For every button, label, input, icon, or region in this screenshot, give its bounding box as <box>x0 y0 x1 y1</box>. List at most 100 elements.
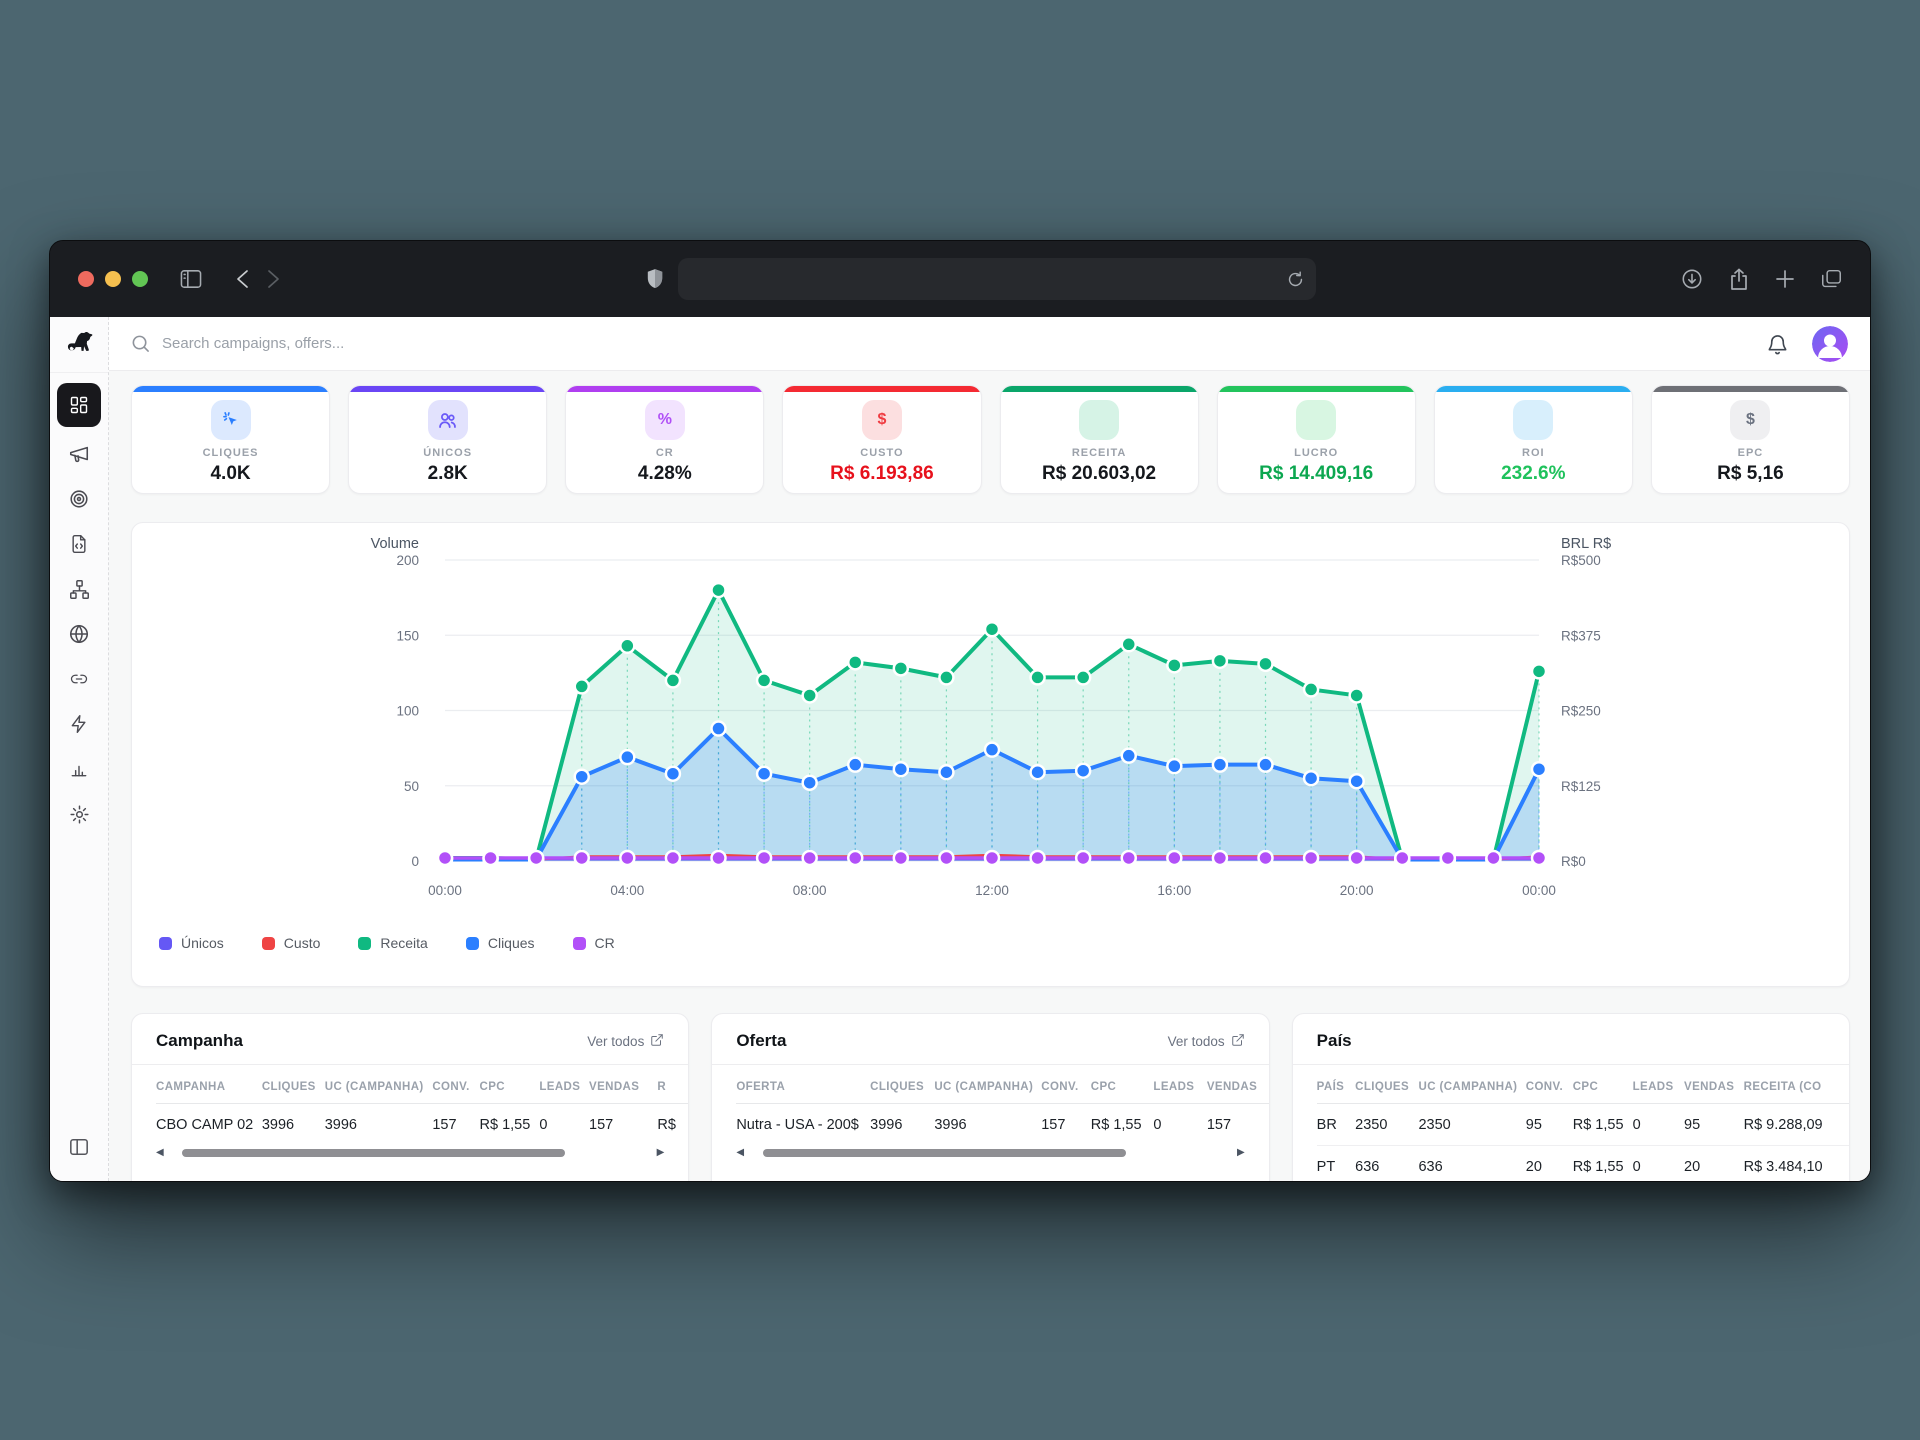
column-header: CPC <box>1091 1069 1154 1104</box>
column-header: UC (CAMPANHA) <box>1418 1069 1525 1104</box>
stat-card-value: R$ 14.409,16 <box>1218 463 1415 485</box>
column-header: CLIQUES <box>262 1069 325 1104</box>
stat-card-value: R$ 5,16 <box>1652 463 1849 485</box>
svg-text:R$375: R$375 <box>1561 628 1601 643</box>
card-accent-bar <box>1652 386 1849 392</box>
horizontal-scrollbar[interactable]: ◀▶ <box>736 1147 1244 1159</box>
table-scroll-area: CAMPANHACLIQUESUC (CAMPANHA)CONV.CPCLEAD… <box>132 1065 688 1145</box>
scrollbar-thumb[interactable] <box>182 1149 565 1157</box>
scrollbar-track[interactable] <box>168 1149 653 1157</box>
card-accent-bar <box>566 386 763 392</box>
stat-card-label: ROI <box>1435 447 1632 459</box>
svg-text:50: 50 <box>404 779 419 794</box>
ver-todos-link[interactable]: Ver todos <box>587 1033 664 1050</box>
scroll-right-arrow[interactable]: ▶ <box>657 1148 665 1158</box>
sidebar-item-target[interactable] <box>57 481 101 517</box>
card-accent-bar <box>783 386 980 392</box>
sidebar-item-bar-chart[interactable] <box>57 751 101 787</box>
tab-overview-icon[interactable] <box>1821 269 1842 289</box>
scroll-right-arrow[interactable]: ▶ <box>1237 1148 1245 1158</box>
scrollbar-thumb[interactable] <box>763 1149 1127 1157</box>
stat-card-value: 4.0K <box>132 463 329 485</box>
arrow-up-right-icon <box>1513 400 1553 440</box>
stat-card-value: R$ 20.603,02 <box>1001 463 1198 485</box>
table-cell: 636 <box>1418 1146 1525 1182</box>
table-row: BR2350235095R$ 1,55095R$ 9.288,09 <box>1317 1104 1849 1146</box>
table-cell: R$ 9.288,09 <box>1744 1104 1849 1146</box>
svg-text:16:00: 16:00 <box>1157 883 1191 898</box>
stat-cards-row: CLIQUES4.0KÚNICOS2.8K%CR4.28%$CUSTOR$ 6.… <box>131 385 1850 494</box>
table-cell: CBO CAMP 02 <box>156 1104 262 1146</box>
scroll-left-arrow[interactable]: ◀ <box>156 1148 164 1158</box>
sidebar-item-megaphone[interactable] <box>57 436 101 472</box>
legend-item-cliques[interactable]: Cliques <box>466 935 535 951</box>
legend-item-cr[interactable]: CR <box>573 935 615 951</box>
stat-card-label: CUSTO <box>783 447 980 459</box>
search-icon <box>131 334 150 353</box>
sidebar-item-settings[interactable] <box>57 796 101 832</box>
forward-button[interactable] <box>267 269 280 289</box>
avatar[interactable] <box>1812 326 1848 362</box>
back-button[interactable] <box>236 269 249 289</box>
column-header: CAMPANHA <box>156 1069 262 1104</box>
summary-tables-row: CampanhaVer todosCAMPANHACLIQUESUC (CAMP… <box>131 1013 1850 1181</box>
external-link-icon <box>650 1033 664 1050</box>
url-bar[interactable] <box>678 258 1316 300</box>
svg-text:R$125: R$125 <box>1561 779 1601 794</box>
table-cell: Nutra - USA - 200$ <box>736 1104 870 1146</box>
stat-card-cr: %CR4.28% <box>565 385 764 494</box>
table-panel-pais: PaísPAÍSCLIQUESUC (CAMPANHA)CONV.CPCLEAD… <box>1292 1013 1850 1181</box>
new-tab-icon[interactable] <box>1775 269 1795 289</box>
sidebar-item-file-code[interactable] <box>57 526 101 562</box>
legend-item-receita[interactable]: Receita <box>358 935 427 951</box>
svg-text:04:00: 04:00 <box>610 883 644 898</box>
legend-label: Cliques <box>488 935 535 951</box>
legend-label: Únicos <box>181 935 224 951</box>
sidebar-item-link[interactable] <box>57 661 101 697</box>
privacy-shield-icon[interactable] <box>646 268 664 290</box>
svg-text:00:00: 00:00 <box>1522 883 1556 898</box>
table-cell: 157 <box>432 1104 479 1146</box>
sidebar-item-layout-dashboard[interactable] <box>57 383 101 427</box>
zoom-button[interactable] <box>132 271 148 287</box>
notifications-bell-icon[interactable] <box>1767 333 1788 355</box>
sidebar-item-zap[interactable] <box>57 706 101 742</box>
table-cell: 20 <box>1684 1146 1744 1182</box>
ver-todos-link[interactable]: Ver todos <box>1168 1033 1245 1050</box>
table-cell: 636 <box>1355 1146 1418 1182</box>
legend-item-custo[interactable]: Custo <box>262 935 321 951</box>
table-row: CBO CAMP 0239963996157R$ 1,550157R$ <box>156 1104 688 1146</box>
collapse-sidebar-icon[interactable] <box>57 1129 101 1165</box>
sidebar-item-globe[interactable] <box>57 616 101 652</box>
scroll-left-arrow[interactable]: ◀ <box>736 1148 744 1158</box>
dollar-icon: $ <box>862 400 902 440</box>
stat-card-unicos: ÚNICOS2.8K <box>348 385 547 494</box>
minimize-button[interactable] <box>105 271 121 287</box>
search-input[interactable] <box>162 335 642 352</box>
table-panel-header: OfertaVer todos <box>712 1014 1268 1065</box>
sidebar-nav <box>57 383 101 832</box>
sidebar-toggle-icon[interactable] <box>180 269 202 289</box>
downloads-icon[interactable] <box>1681 268 1703 290</box>
horizontal-scrollbar[interactable]: ◀▶ <box>156 1147 664 1159</box>
column-header: LEADS <box>1633 1069 1684 1104</box>
table-cell: 3996 <box>934 1104 1041 1146</box>
table-cell: 0 <box>1633 1146 1684 1182</box>
app-logo[interactable] <box>50 317 108 373</box>
legend-item-unicos[interactable]: Únicos <box>159 935 224 951</box>
svg-text:150: 150 <box>396 628 419 643</box>
share-icon[interactable] <box>1729 268 1749 291</box>
column-header: R <box>657 1069 688 1104</box>
table-panel-title: País <box>1317 1031 1352 1051</box>
app-sidebar <box>50 317 109 1181</box>
scrollbar-track[interactable] <box>748 1149 1233 1157</box>
reload-icon[interactable] <box>1287 271 1304 288</box>
close-button[interactable] <box>78 271 94 287</box>
external-link-icon <box>1231 1033 1245 1050</box>
column-header: PAÍS <box>1317 1069 1356 1104</box>
sidebar-item-network[interactable] <box>57 571 101 607</box>
column-header: CONV. <box>1041 1069 1091 1104</box>
traffic-lights <box>78 271 148 287</box>
column-header: VENDAS <box>1684 1069 1744 1104</box>
stat-card-value: 2.8K <box>349 463 546 485</box>
